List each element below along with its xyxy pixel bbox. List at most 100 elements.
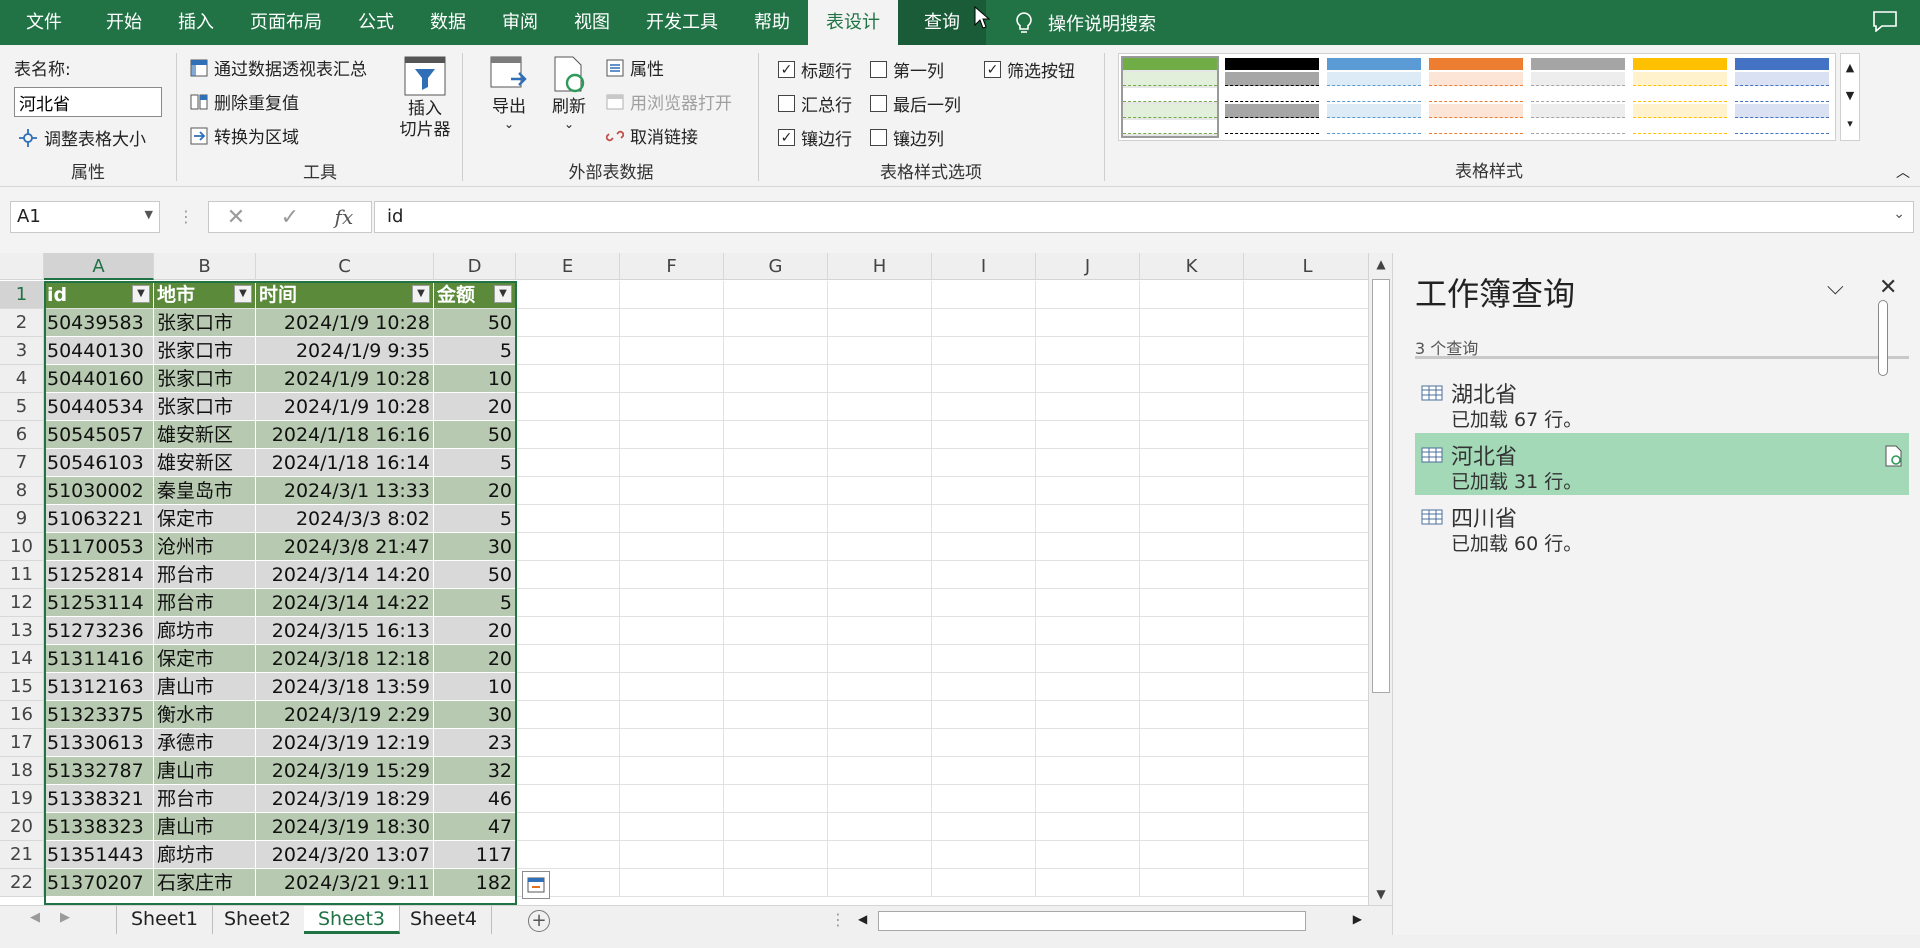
cell-H2[interactable] xyxy=(828,309,932,337)
cell-C11[interactable]: 2024/3/14 14:20 xyxy=(256,561,434,589)
cell-C18[interactable]: 2024/3/19 15:29 xyxy=(256,757,434,785)
filter-dropdown-icon[interactable]: ▼ xyxy=(494,285,512,303)
cell-B10[interactable]: 沧州市 xyxy=(154,533,256,561)
cell-H6[interactable] xyxy=(828,421,932,449)
cell-I9[interactable] xyxy=(932,505,1036,533)
cell-K2[interactable] xyxy=(1140,309,1244,337)
menu-table-design[interactable]: 表设计 xyxy=(808,0,898,45)
cell-H10[interactable] xyxy=(828,533,932,561)
cell-J12[interactable] xyxy=(1036,589,1140,617)
cell-F18[interactable] xyxy=(620,757,724,785)
cell-D7[interactable]: 5 xyxy=(434,449,516,477)
filter-dropdown-icon[interactable]: ▼ xyxy=(412,285,430,303)
cell-D17[interactable]: 23 xyxy=(434,729,516,757)
cell-B17[interactable]: 承德市 xyxy=(154,729,256,757)
menu-page-layout[interactable]: 页面布局 xyxy=(232,0,340,45)
column-header[interactable]: H xyxy=(828,253,932,280)
cell-L20[interactable] xyxy=(1244,813,1372,841)
cell-J19[interactable] xyxy=(1036,785,1140,813)
cell-G14[interactable] xyxy=(724,645,828,673)
cell-G15[interactable] xyxy=(724,673,828,701)
cell-A7[interactable]: 50546103 xyxy=(44,449,154,477)
cell-L15[interactable] xyxy=(1244,673,1372,701)
tell-me-search[interactable]: 操作说明搜索 xyxy=(1014,10,1156,36)
cell-B15[interactable]: 唐山市 xyxy=(154,673,256,701)
gallery-more-arrow[interactable]: ▾ xyxy=(1841,110,1859,138)
cell-L21[interactable] xyxy=(1244,841,1372,869)
unlink-button[interactable]: 取消链接 xyxy=(606,123,698,148)
row-header[interactable]: 7 xyxy=(0,449,44,477)
cell-H19[interactable] xyxy=(828,785,932,813)
cell-A9[interactable]: 51063221 xyxy=(44,505,154,533)
cell-G19[interactable] xyxy=(724,785,828,813)
menu-view[interactable]: 视图 xyxy=(556,0,628,45)
cell-E13[interactable] xyxy=(516,617,620,645)
cell-G20[interactable] xyxy=(724,813,828,841)
cell-I10[interactable] xyxy=(932,533,1036,561)
insert-function-icon[interactable]: fx xyxy=(335,205,354,229)
cell-A4[interactable]: 50440160 xyxy=(44,365,154,393)
cell-F4[interactable] xyxy=(620,365,724,393)
cell-G16[interactable] xyxy=(724,701,828,729)
column-header[interactable]: C xyxy=(256,253,434,280)
chevron-down-icon[interactable]: ▼ xyxy=(145,208,153,221)
cell-H9[interactable] xyxy=(828,505,932,533)
cell-D22[interactable]: 182 xyxy=(434,869,516,897)
cell-D13[interactable]: 20 xyxy=(434,617,516,645)
cell-B21[interactable]: 廊坊市 xyxy=(154,841,256,869)
cell-J4[interactable] xyxy=(1036,365,1140,393)
cell-J22[interactable] xyxy=(1036,869,1140,897)
pane-scrollbar[interactable] xyxy=(1878,300,1888,376)
cell-C13[interactable]: 2024/3/15 16:13 xyxy=(256,617,434,645)
cell-D9[interactable]: 5 xyxy=(434,505,516,533)
cell-G2[interactable] xyxy=(724,309,828,337)
cell-C2[interactable]: 2024/1/9 10:28 xyxy=(256,309,434,337)
cell-I4[interactable] xyxy=(932,365,1036,393)
collapse-ribbon-icon[interactable]: ︿ xyxy=(1896,162,1910,182)
cell-H15[interactable] xyxy=(828,673,932,701)
column-header[interactable]: J xyxy=(1036,253,1140,280)
close-pane-icon[interactable]: ✕ xyxy=(1879,275,1897,300)
cell-A14[interactable]: 51311416 xyxy=(44,645,154,673)
name-box[interactable]: A1 ▼ xyxy=(10,201,160,233)
filter-button-option[interactable]: ✓ 筛选按钮 xyxy=(984,57,1075,82)
cell-I5[interactable] xyxy=(932,393,1036,421)
cell-E21[interactable] xyxy=(516,841,620,869)
cell-J21[interactable] xyxy=(1036,841,1140,869)
table-style-swatch[interactable] xyxy=(1531,58,1625,136)
cell-F5[interactable] xyxy=(620,393,724,421)
cell-C20[interactable]: 2024/3/19 18:30 xyxy=(256,813,434,841)
quick-analysis-button[interactable] xyxy=(522,871,550,899)
cell-A16[interactable]: 51323375 xyxy=(44,701,154,729)
cell-K11[interactable] xyxy=(1140,561,1244,589)
cell-K9[interactable] xyxy=(1140,505,1244,533)
column-header[interactable]: B xyxy=(154,253,256,280)
header-row-checkbox[interactable]: ✓ xyxy=(778,61,795,78)
cell-F6[interactable] xyxy=(620,421,724,449)
cell-C12[interactable]: 2024/3/14 14:22 xyxy=(256,589,434,617)
column-header[interactable]: A xyxy=(44,253,154,280)
cell-K8[interactable] xyxy=(1140,477,1244,505)
row-header[interactable]: 13 xyxy=(0,617,44,645)
cell-H20[interactable] xyxy=(828,813,932,841)
cell-F22[interactable] xyxy=(620,869,724,897)
cell-J5[interactable] xyxy=(1036,393,1140,421)
cell-L2[interactable] xyxy=(1244,309,1372,337)
cell-I6[interactable] xyxy=(932,421,1036,449)
cell-G4[interactable] xyxy=(724,365,828,393)
cell-A19[interactable]: 51338321 xyxy=(44,785,154,813)
cell-H16[interactable] xyxy=(828,701,932,729)
cell-D1[interactable]: 金额 ▼ xyxy=(434,281,516,309)
cell-A5[interactable]: 50440534 xyxy=(44,393,154,421)
menu-file[interactable]: 文件 xyxy=(0,0,88,45)
row-header[interactable]: 16 xyxy=(0,701,44,729)
cell-A1[interactable]: id ▼ xyxy=(44,281,154,309)
row-header[interactable]: 18 xyxy=(0,757,44,785)
cell-H7[interactable] xyxy=(828,449,932,477)
cell-C6[interactable]: 2024/1/18 16:16 xyxy=(256,421,434,449)
cell-F11[interactable] xyxy=(620,561,724,589)
cell-I14[interactable] xyxy=(932,645,1036,673)
cell-G8[interactable] xyxy=(724,477,828,505)
cell-H13[interactable] xyxy=(828,617,932,645)
row-header[interactable]: 3 xyxy=(0,337,44,365)
